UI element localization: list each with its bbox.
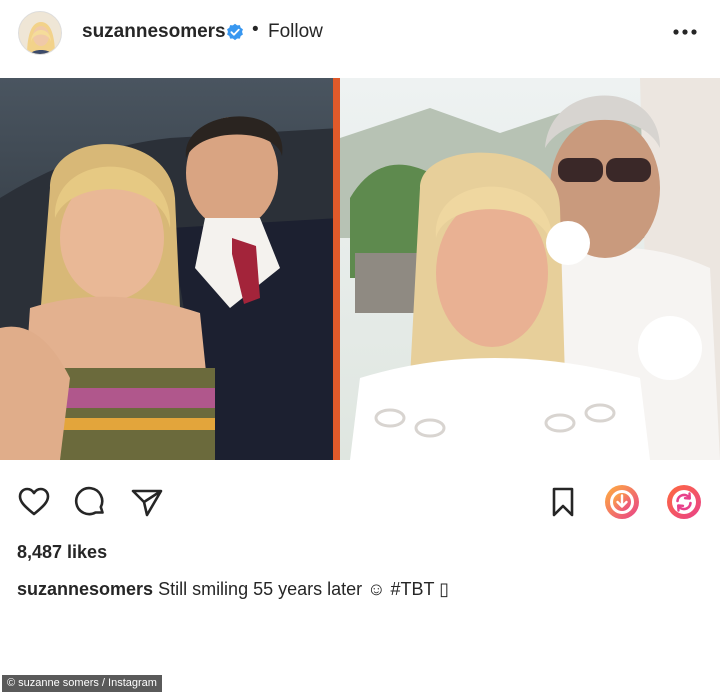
left-photo <box>0 78 340 460</box>
download-badge-icon[interactable] <box>603 483 641 521</box>
photo-collage <box>0 78 720 460</box>
avatar-image <box>19 12 61 54</box>
post-header: suzannesomers • Follow <box>0 0 720 66</box>
post-username[interactable]: suzannesomers <box>82 21 226 43</box>
separator-dot: • <box>252 19 259 40</box>
photo-credit: © suzanne somers / Instagram <box>2 675 162 692</box>
bookmark-icon[interactable] <box>546 485 580 519</box>
send-icon[interactable] <box>130 485 164 519</box>
avatar[interactable] <box>18 11 62 55</box>
caption-username[interactable]: suzannesomers <box>17 579 153 599</box>
right-photo <box>340 78 720 460</box>
heart-icon[interactable] <box>17 485 51 519</box>
caption-text: Still smiling 55 years later ☺ #TBT ▯ <box>153 579 450 599</box>
likes-count[interactable]: 8,487 likes <box>17 542 107 563</box>
collage-divider <box>333 78 340 460</box>
post-caption: suzannesomers Still smiling 55 years lat… <box>17 579 449 600</box>
verified-badge-icon <box>227 23 243 41</box>
post-photo[interactable] <box>0 78 720 460</box>
comment-icon[interactable] <box>73 485 107 519</box>
more-horizontal-icon[interactable] <box>672 26 698 38</box>
repost-badge-icon[interactable] <box>665 483 703 521</box>
follow-button[interactable]: Follow <box>268 21 323 43</box>
